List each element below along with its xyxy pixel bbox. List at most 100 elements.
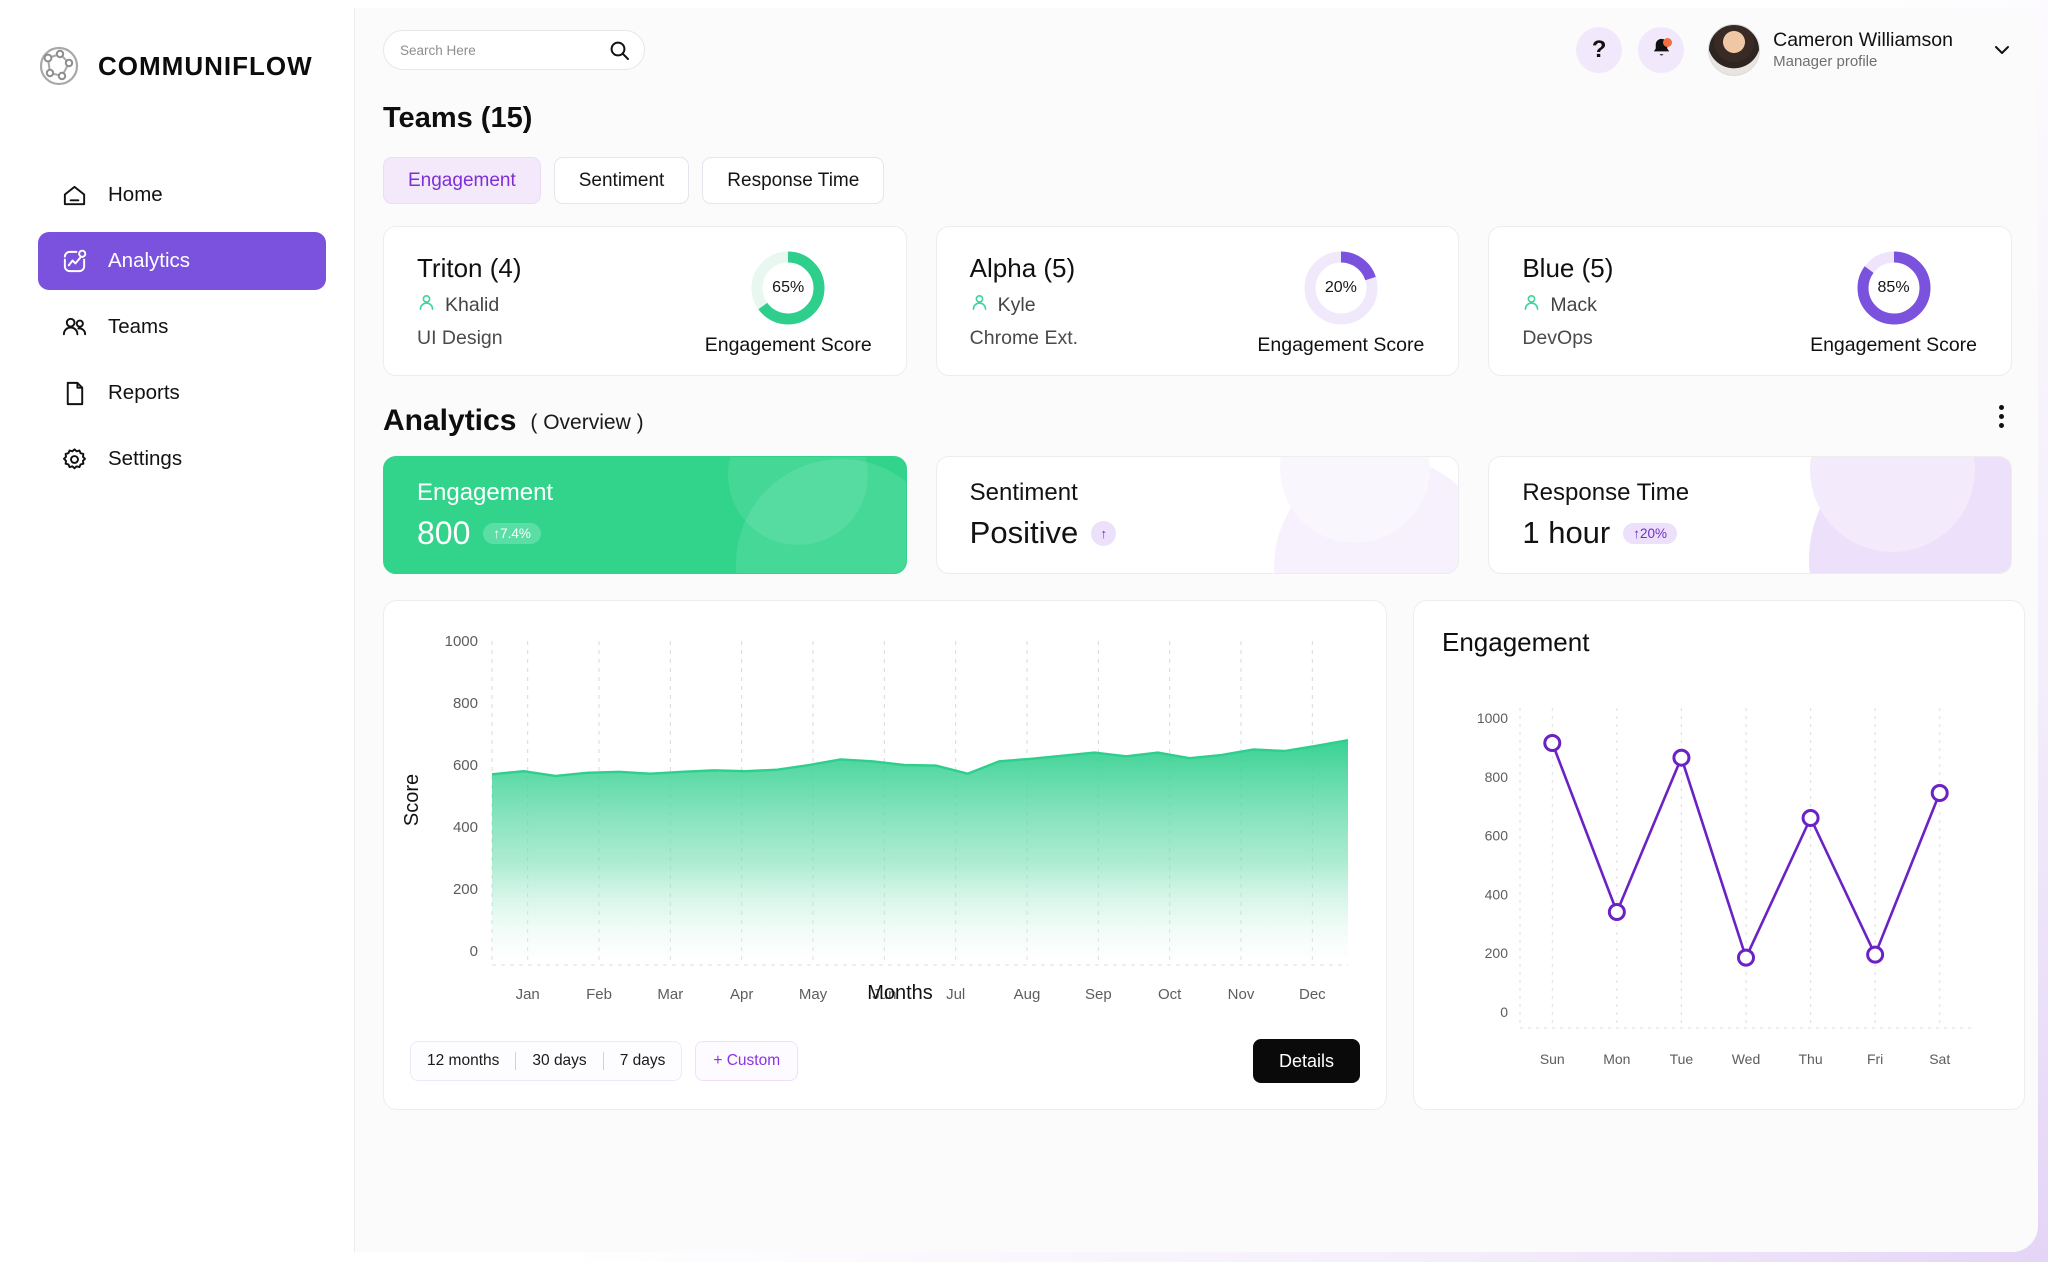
- range-12-months[interactable]: 12 months: [411, 1052, 515, 1070]
- kpi-value-row: Positive ↑: [970, 515, 1459, 551]
- svg-text:Score: Score: [401, 774, 423, 826]
- svg-text:Aug: Aug: [1014, 986, 1041, 1003]
- svg-text:Oct: Oct: [1158, 986, 1182, 1003]
- kpi-trend-badge: ↑20%: [1623, 522, 1678, 544]
- svg-text:Months: Months: [867, 982, 933, 1004]
- svg-text:Wed: Wed: [1732, 1051, 1761, 1067]
- donut-chart: 20%: [1299, 246, 1383, 330]
- app-shell: COMMUNIFLOW Home Analytics Teams Reports…: [10, 8, 2038, 1252]
- kpi-label: Sentiment: [969, 479, 1078, 506]
- tab-response-time[interactable]: Response Time: [702, 157, 885, 204]
- team-card-info: Alpha (5) Kyle Chrome Ext.: [970, 253, 1078, 350]
- svg-text:Sat: Sat: [1929, 1051, 1950, 1067]
- area-chart: 02004006008001000 Jan Feb Mar Apr May Jun Jul A…: [401, 633, 1349, 1004]
- team-card-list: Triton (4) Khalid UI Design 65% Engageme…: [383, 226, 2013, 376]
- team-card[interactable]: Triton (4) Khalid UI Design 65% Engageme…: [383, 226, 907, 376]
- tab-label: Engagement: [408, 169, 516, 191]
- donut-percent: 85%: [1877, 278, 1910, 296]
- kpi-card-response-time[interactable]: Response Time 1 hour ↑20%: [1488, 456, 2013, 574]
- team-lead: Khalid: [417, 293, 522, 318]
- svg-text:May: May: [799, 986, 828, 1003]
- user-profile-menu[interactable]: Cameron Williamson Manager profile: [1708, 24, 2012, 76]
- search-box[interactable]: [383, 30, 645, 70]
- page-title: Teams (15): [383, 102, 533, 134]
- team-card[interactable]: Alpha (5) Kyle Chrome Ext. 20% Engagemen…: [935, 226, 1460, 376]
- svg-text:1000: 1000: [445, 633, 478, 650]
- svg-text:Thu: Thu: [1799, 1051, 1823, 1067]
- teams-tabs: Engagement Sentiment Response Time: [383, 157, 2012, 204]
- range-7-days[interactable]: 7 days: [604, 1052, 682, 1070]
- svg-text:0: 0: [470, 943, 478, 960]
- person-icon: [970, 293, 989, 318]
- kpi-trend-badge: ↑: [1091, 520, 1117, 546]
- person-icon: [417, 293, 436, 318]
- main-area: ? Cameron Williamson Manager profile: [355, 8, 2038, 1252]
- search-icon[interactable]: [609, 40, 630, 61]
- kpi-value: 800: [417, 515, 471, 551]
- brand-name: COMMUNIFLOW: [98, 50, 313, 81]
- tab-sentiment[interactable]: Sentiment: [553, 157, 690, 204]
- svg-text:Sun: Sun: [1540, 1051, 1565, 1067]
- kpi-card-engagement[interactable]: Engagement 800 ↑7.4%: [383, 456, 907, 574]
- svg-text:200: 200: [1485, 945, 1509, 961]
- sidebar-item-home[interactable]: Home: [38, 166, 326, 224]
- svg-text:1000: 1000: [1477, 710, 1508, 726]
- document-icon: [60, 379, 88, 407]
- kebab-menu-icon[interactable]: [1995, 401, 2008, 432]
- notifications-button[interactable]: [1638, 27, 1685, 73]
- network-globe-icon: [36, 43, 82, 89]
- main-content: Teams (15) Engagement Sentiment Response…: [355, 102, 2038, 1110]
- chevron-down-icon[interactable]: [1992, 40, 2012, 60]
- kpi-value-row: 800 ↑7.4%: [417, 515, 906, 552]
- area-chart-card: 0 200 400 600 800 1000 Jan Feb Mar Apr May Jun Jul A…: [383, 600, 1387, 1110]
- sidebar-nav: Home Analytics Teams Reports Settings: [10, 166, 354, 488]
- kpi-value-row: 1 hour ↑20%: [1522, 515, 2011, 551]
- sidebar-item-reports[interactable]: Reports: [38, 364, 326, 422]
- donut-percent: 65%: [772, 278, 805, 296]
- donut-percent: 20%: [1324, 278, 1357, 296]
- team-lead: Mack: [1522, 293, 1613, 318]
- team-card-score: 20% Engagement Score: [1257, 246, 1424, 357]
- tab-label: Response Time: [727, 169, 860, 191]
- team-tag: Chrome Ext.: [969, 326, 1079, 349]
- svg-text:Dec: Dec: [1299, 986, 1326, 1003]
- donut-chart: 65%: [746, 246, 830, 330]
- team-name: Triton (4): [417, 252, 522, 283]
- svg-text:Jul: Jul: [946, 986, 965, 1003]
- app-root: COMMUNIFLOW Home Analytics Teams Reports…: [0, 0, 2048, 1262]
- sidebar-item-label: Teams: [108, 315, 169, 338]
- analytics-header: Analytics ( Overview ): [383, 404, 2012, 438]
- sidebar-item-analytics[interactable]: Analytics: [38, 232, 326, 290]
- sidebar-item-settings[interactable]: Settings: [38, 430, 326, 488]
- user-name: Cameron Williamson: [1773, 28, 1953, 51]
- svg-text:Tue: Tue: [1670, 1051, 1694, 1067]
- topbar-right: ? Cameron Williamson Manager profile: [1576, 24, 2012, 76]
- brand: COMMUNIFLOW: [10, 34, 354, 98]
- person-icon: [1522, 293, 1541, 318]
- svg-text:0: 0: [1500, 1004, 1508, 1020]
- kpi-card-sentiment[interactable]: Sentiment Positive ↑: [935, 456, 1460, 574]
- svg-text:Mar: Mar: [657, 986, 683, 1003]
- custom-range-button[interactable]: + Custom: [695, 1041, 799, 1081]
- score-label: Engagement Score: [1810, 333, 1978, 356]
- svg-text:800: 800: [453, 695, 478, 712]
- score-label: Engagement Score: [1257, 333, 1425, 356]
- score-label: Engagement Score: [704, 333, 872, 356]
- range-30-days[interactable]: 30 days: [516, 1052, 602, 1070]
- team-card[interactable]: Blue (5) Mack DevOps 85% Engagement Scor…: [1488, 226, 2013, 376]
- kpi-label: Response Time: [1522, 479, 1690, 506]
- sidebar-item-label: Reports: [108, 381, 180, 404]
- kpi-card-list: Engagement 800 ↑7.4% Sentiment Positive …: [383, 456, 2013, 574]
- team-lead-name: Kyle: [997, 293, 1036, 316]
- sidebar-item-teams[interactable]: Teams: [38, 298, 326, 356]
- tab-engagement[interactable]: Engagement: [383, 157, 541, 204]
- svg-text:600: 600: [1485, 828, 1509, 844]
- team-name: Blue (5): [1522, 252, 1614, 283]
- search-input[interactable]: [400, 42, 600, 58]
- help-button[interactable]: ?: [1576, 27, 1623, 73]
- svg-text:Fri: Fri: [1867, 1051, 1883, 1067]
- sidebar-item-label: Analytics: [108, 249, 191, 272]
- sidebar-item-label: Settings: [108, 447, 183, 470]
- details-button[interactable]: Details: [1252, 1039, 1360, 1083]
- charts-row: 0 200 400 600 800 1000 Jan Feb Mar Apr May Jun Jul A…: [383, 600, 2025, 1110]
